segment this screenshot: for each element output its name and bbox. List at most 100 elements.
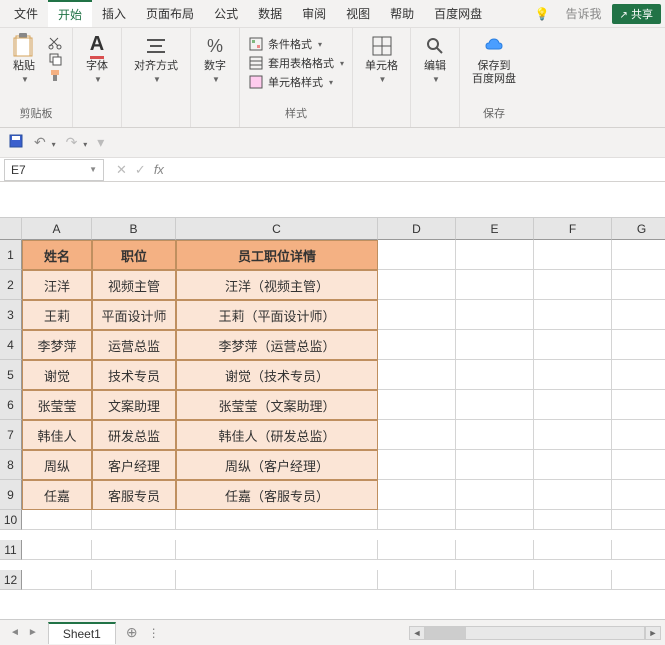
scroll-track[interactable] [425,626,645,640]
cell-d2[interactable] [378,270,456,300]
cell-b1[interactable]: 职位 [92,240,176,270]
align-button[interactable]: 对齐方式 ▼ [130,32,182,86]
cell-g10[interactable] [612,510,665,530]
cell-d3[interactable] [378,300,456,330]
number-button[interactable]: % 数字 ▼ [199,32,231,86]
cells-button[interactable]: 单元格 ▼ [361,32,402,86]
select-all-corner[interactable] [0,218,22,240]
cell-e8[interactable] [456,450,534,480]
menu-layout[interactable]: 页面布局 [136,1,204,26]
cell-c5[interactable]: 谢觉（技术专员） [176,360,378,390]
cell-g5[interactable] [612,360,665,390]
sheet-tab[interactable]: Sheet1 [48,622,116,644]
col-header-f[interactable]: F [534,218,612,240]
cell-e4[interactable] [456,330,534,360]
col-header-d[interactable]: D [378,218,456,240]
save-button[interactable] [8,133,24,152]
cell-f4[interactable] [534,330,612,360]
cell-a12[interactable] [22,570,92,590]
cell-a7[interactable]: 韩佳人 [22,420,92,450]
cell-c1[interactable]: 员工职位详情 [176,240,378,270]
row-header-6[interactable]: 6 [0,390,22,420]
cell-a4[interactable]: 李梦萍 [22,330,92,360]
cell-c8[interactable]: 周纵（客户经理） [176,450,378,480]
horizontal-scrollbar[interactable]: ◄ ► [170,626,665,640]
cell-a6[interactable]: 张莹莹 [22,390,92,420]
cell-b7[interactable]: 研发总监 [92,420,176,450]
row-header-12[interactable]: 12 [0,570,22,590]
format-painter-button[interactable] [46,68,64,82]
cell-c3[interactable]: 王莉（平面设计师） [176,300,378,330]
row-header-11[interactable]: 11 [0,540,22,560]
menu-help[interactable]: 帮助 [380,1,424,26]
cell-f10[interactable] [534,510,612,530]
cell-g8[interactable] [612,450,665,480]
copy-button[interactable] [46,52,64,66]
cell-g9[interactable] [612,480,665,510]
col-header-c[interactable]: C [176,218,378,240]
tell-me[interactable]: 告诉我 [556,1,612,26]
cell-g6[interactable] [612,390,665,420]
menu-data[interactable]: 数据 [248,1,292,26]
fx-icon[interactable]: fx [154,162,164,177]
cell-d10[interactable] [378,510,456,530]
cell-b8[interactable]: 客户经理 [92,450,176,480]
row-header-7[interactable]: 7 [0,420,22,450]
paste-button[interactable]: 粘贴 ▼ [8,32,40,86]
menu-view[interactable]: 视图 [336,1,380,26]
cell-f1[interactable] [534,240,612,270]
cell-f5[interactable] [534,360,612,390]
row-header-2[interactable]: 2 [0,270,22,300]
col-header-a[interactable]: A [22,218,92,240]
cell-d6[interactable] [378,390,456,420]
scroll-left-button[interactable]: ◄ [409,626,425,640]
cell-f11[interactable] [534,540,612,560]
cell-g3[interactable] [612,300,665,330]
col-header-b[interactable]: B [92,218,176,240]
cell-e10[interactable] [456,510,534,530]
row-header-4[interactable]: 4 [0,330,22,360]
menu-review[interactable]: 审阅 [292,1,336,26]
cell-a3[interactable]: 王莉 [22,300,92,330]
cell-c2[interactable]: 汪洋（视频主管） [176,270,378,300]
scroll-thumb[interactable] [426,627,466,639]
cell-g2[interactable] [612,270,665,300]
add-sheet-button[interactable]: ⊕ [126,624,138,641]
scroll-right-button[interactable]: ► [645,626,661,640]
cell-e2[interactable] [456,270,534,300]
cell-b2[interactable]: 视频主管 [92,270,176,300]
save-baidu-button[interactable]: 保存到 百度网盘 [468,32,520,88]
cell-g11[interactable] [612,540,665,560]
cell-a9[interactable]: 任嘉 [22,480,92,510]
font-button[interactable]: A 字体 ▼ [81,32,113,86]
cell-a10[interactable] [22,510,92,530]
cell-a5[interactable]: 谢觉 [22,360,92,390]
cell-e11[interactable] [456,540,534,560]
cell-d8[interactable] [378,450,456,480]
menu-file[interactable]: 文件 [4,1,48,26]
cell-e7[interactable] [456,420,534,450]
name-box[interactable]: E7 ▼ [4,159,104,181]
cell-d11[interactable] [378,540,456,560]
cell-c4[interactable]: 李梦萍（运营总监） [176,330,378,360]
cell-b4[interactable]: 运营总监 [92,330,176,360]
cell-d5[interactable] [378,360,456,390]
cell-a11[interactable] [22,540,92,560]
row-header-10[interactable]: 10 [0,510,22,530]
row-header-3[interactable]: 3 [0,300,22,330]
share-button[interactable]: ↗ 共享 [612,4,661,24]
qat-customize[interactable]: ▾ [97,134,104,151]
row-header-1[interactable]: 1 [0,240,22,270]
cell-g1[interactable] [612,240,665,270]
menu-formula[interactable]: 公式 [204,1,248,26]
cell-e1[interactable] [456,240,534,270]
cell-b12[interactable] [92,570,176,590]
cell-d7[interactable] [378,420,456,450]
cell-c6[interactable]: 张莹莹（文案助理） [176,390,378,420]
cell-d12[interactable] [378,570,456,590]
cell-c11[interactable] [176,540,378,560]
conditional-format-button[interactable]: 条件格式▾ [248,36,344,52]
cancel-formula-button[interactable]: ✕ [116,162,127,178]
tab-first-button[interactable]: ◄ [10,627,20,638]
cell-a8[interactable]: 周纵 [22,450,92,480]
